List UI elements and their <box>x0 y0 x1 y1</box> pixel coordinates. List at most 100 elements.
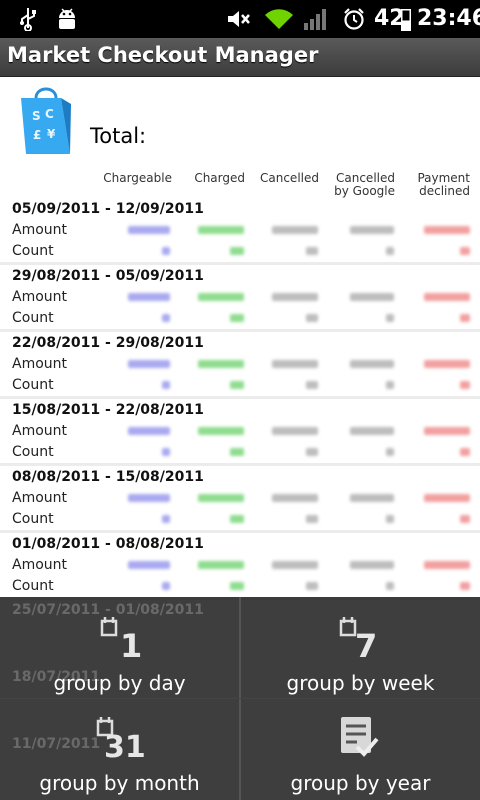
period-section[interactable]: 01/08/2011 - 08/08/2011 Amount Count <box>0 533 480 600</box>
count-cell-charged-redacted <box>230 582 244 590</box>
count-cell-cancelled-by-google-redacted <box>386 247 394 255</box>
group-by-month-menu-item[interactable]: 31 group by month <box>0 699 239 800</box>
count-cell-cancelled-redacted <box>306 381 318 389</box>
period-section[interactable]: 08/08/2011 - 15/08/2011 Amount Count <box>0 466 480 533</box>
amount-cell-charged-redacted <box>198 360 244 368</box>
group-by-week-menu-item[interactable]: 7 group by week <box>241 597 480 698</box>
column-header-chargeable: Chargeable <box>103 171 172 185</box>
count-cell-payment-declined-redacted <box>460 247 470 255</box>
amount-row-label: Amount <box>12 423 68 439</box>
amount-cell-cancelled-redacted <box>272 360 318 368</box>
amount-row-label: Amount <box>12 490 68 506</box>
amount-row-label: Amount <box>12 222 68 238</box>
amount-cell-payment-declined-redacted <box>424 293 470 301</box>
svg-text:S: S <box>32 109 41 123</box>
calendar-year-checklist-icon <box>339 715 381 761</box>
group-by-year-label: group by year <box>290 771 431 795</box>
period-date: 05/09/2011 - 12/09/2011 <box>12 201 204 217</box>
count-cell-cancelled-by-google-redacted <box>386 515 394 523</box>
android-debug-icon <box>54 7 80 31</box>
group-by-year-menu-item[interactable]: group by year <box>241 699 480 800</box>
count-cell-charged-redacted <box>230 448 244 456</box>
amount-cell-payment-declined-redacted <box>424 360 470 368</box>
amount-row-label: Amount <box>12 289 68 305</box>
amount-cell-cancelled-by-google-redacted <box>350 360 394 368</box>
count-row-label: Count <box>12 444 54 460</box>
amount-cell-payment-declined-redacted <box>424 226 470 234</box>
amount-cell-payment-declined-redacted <box>424 561 470 569</box>
count-cell-chargeable-redacted <box>162 582 170 590</box>
svg-text:£: £ <box>33 128 41 142</box>
column-header-charged: Charged <box>194 171 245 185</box>
amount-cell-cancelled-redacted <box>272 226 318 234</box>
period-section[interactable]: 29/08/2011 - 05/09/2011 Amount Count <box>0 265 480 332</box>
period-section[interactable]: 05/09/2011 - 12/09/2011 Amount Count <box>0 198 480 265</box>
wifi-icon <box>263 7 295 31</box>
count-cell-charged-redacted <box>230 515 244 523</box>
count-cell-chargeable-redacted <box>162 448 170 456</box>
total-label: Total: <box>90 124 147 148</box>
group-by-month-label: group by month <box>39 771 200 795</box>
count-row-label: Count <box>12 310 54 326</box>
amount-cell-cancelled-redacted <box>272 494 318 502</box>
column-header-cancelled-by-google: Cancelled by Google <box>334 171 395 198</box>
amount-cell-charged-redacted <box>198 494 244 502</box>
count-cell-cancelled-redacted <box>306 515 318 523</box>
count-cell-payment-declined-redacted <box>460 448 470 456</box>
app-title: Market Checkout Manager <box>7 43 319 67</box>
calendar-month-icon: 31 <box>96 715 148 765</box>
mute-icon <box>226 7 252 31</box>
amount-cell-payment-declined-redacted <box>424 494 470 502</box>
column-header-cancelled: Cancelled <box>260 171 319 185</box>
svg-text:7: 7 <box>355 627 377 661</box>
period-date: 22/08/2011 - 29/08/2011 <box>12 335 204 351</box>
amount-cell-chargeable-redacted <box>128 494 170 502</box>
count-cell-charged-redacted <box>230 381 244 389</box>
count-cell-payment-declined-redacted <box>460 381 470 389</box>
alarm-icon <box>341 7 367 31</box>
svg-text:C: C <box>45 107 54 121</box>
count-cell-chargeable-redacted <box>162 314 170 322</box>
count-cell-cancelled-redacted <box>306 314 318 322</box>
amount-cell-charged-redacted <box>198 293 244 301</box>
usb-icon <box>16 7 40 31</box>
count-cell-charged-redacted <box>230 314 244 322</box>
shopping-bag-logo-icon: S C £ ¥ <box>16 84 76 158</box>
amount-cell-cancelled-by-google-redacted <box>350 427 394 435</box>
amount-cell-cancelled-by-google-redacted <box>350 226 394 234</box>
svg-text:31: 31 <box>104 730 146 761</box>
group-by-day-label: group by day <box>53 671 186 695</box>
count-row-label: Count <box>12 243 54 259</box>
amount-cell-chargeable-redacted <box>128 226 170 234</box>
signal-icon <box>302 7 330 31</box>
count-cell-chargeable-redacted <box>162 381 170 389</box>
svg-text:1: 1 <box>120 627 142 661</box>
clock: 23:46 <box>417 6 480 31</box>
period-date: 08/08/2011 - 15/08/2011 <box>12 469 204 485</box>
count-cell-cancelled-redacted <box>306 448 318 456</box>
amount-cell-chargeable-redacted <box>128 561 170 569</box>
period-section[interactable]: 22/08/2011 - 29/08/2011 Amount Count <box>0 332 480 399</box>
period-section[interactable]: 15/08/2011 - 22/08/2011 Amount Count <box>0 399 480 466</box>
amount-cell-chargeable-redacted <box>128 427 170 435</box>
status-bar: 42 23:46 <box>0 0 480 38</box>
count-cell-payment-declined-redacted <box>460 515 470 523</box>
amount-cell-cancelled-by-google-redacted <box>350 293 394 301</box>
count-cell-cancelled-by-google-redacted <box>386 314 394 322</box>
count-cell-chargeable-redacted <box>162 247 170 255</box>
amount-cell-payment-declined-redacted <box>424 427 470 435</box>
amount-cell-chargeable-redacted <box>128 360 170 368</box>
count-cell-cancelled-by-google-redacted <box>386 448 394 456</box>
group-by-week-label: group by week <box>286 671 435 695</box>
count-cell-cancelled-redacted <box>306 582 318 590</box>
period-date: 29/08/2011 - 05/09/2011 <box>12 268 204 284</box>
count-row-label: Count <box>12 578 54 594</box>
amount-cell-cancelled-by-google-redacted <box>350 494 394 502</box>
group-by-day-menu-item[interactable]: 1 group by day <box>0 597 239 698</box>
amount-row-label: Amount <box>12 356 68 372</box>
calendar-day-icon: 1 <box>100 615 144 665</box>
count-cell-cancelled-redacted <box>306 247 318 255</box>
count-row-label: Count <box>12 511 54 527</box>
battery-icon <box>400 7 412 31</box>
amount-cell-cancelled-redacted <box>272 561 318 569</box>
